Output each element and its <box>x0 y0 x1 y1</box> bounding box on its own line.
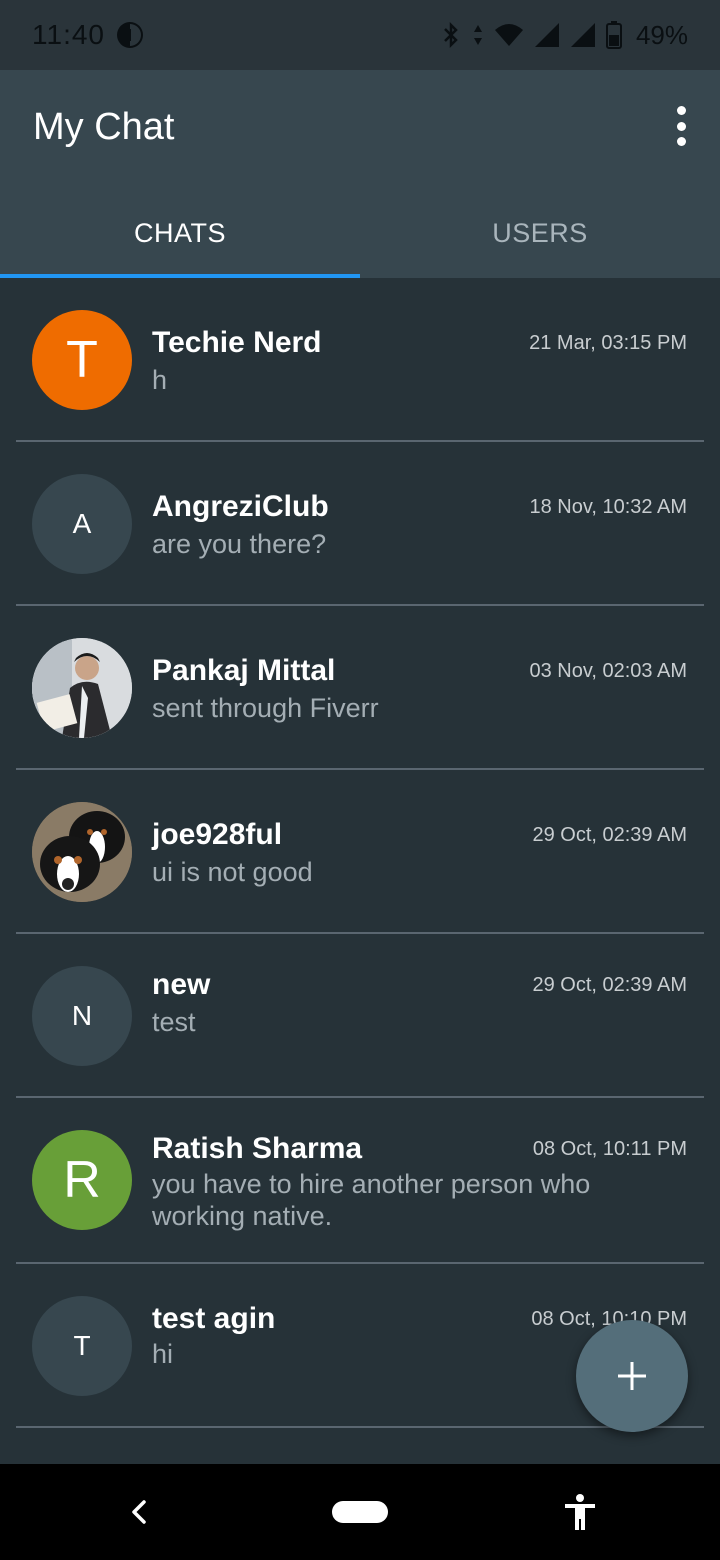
accessibility-icon[interactable] <box>560 1492 600 1532</box>
tab-bar: CHATS USERS <box>0 188 720 278</box>
signal-icon <box>570 22 596 48</box>
chat-preview: hi <box>152 1339 174 1369</box>
chat-name: Ratish Sharma <box>152 1132 363 1165</box>
divider <box>16 1426 704 1428</box>
chat-preview: ui is not good <box>152 857 313 887</box>
avatar-photo-dog <box>32 802 132 902</box>
tab-chats-label: CHATS <box>133 217 226 248</box>
avatar-letter: N <box>71 1000 93 1031</box>
data-saver-icon <box>115 20 145 50</box>
app-bar: My Chat CHATS USERS <box>0 70 720 278</box>
chat-item[interactable]: T Techie Nerd h 21 Mar, 03:15 PM <box>0 278 720 442</box>
avatar-letter: T <box>73 1330 91 1361</box>
chat-time: 03 Nov, 02:03 AM <box>529 660 688 682</box>
system-nav-bar <box>0 1464 720 1560</box>
avatar: T <box>32 1296 132 1396</box>
chat-time: 29 Oct, 02:39 AM <box>532 824 687 846</box>
bluetooth-icon <box>440 21 462 49</box>
add-icon <box>618 1362 646 1390</box>
chat-name: new <box>152 968 211 1001</box>
chat-preview: sent through Fiverr <box>152 693 379 723</box>
chat-preview: are you there? <box>152 529 327 559</box>
status-bar: 11:40 49% <box>0 0 720 70</box>
avatar-letter: A <box>72 508 92 539</box>
avatar: T <box>32 310 132 410</box>
battery-icon <box>605 21 622 49</box>
chat-preview: you have to hire another person who work… <box>152 1169 591 1231</box>
avatar: N <box>32 966 132 1066</box>
signal-icon <box>534 22 560 48</box>
tab-users[interactable]: USERS <box>360 188 720 278</box>
avatar: A <box>32 474 132 574</box>
chat-name: AngreziClub <box>152 490 329 523</box>
avatar-letter: T <box>66 331 98 389</box>
screen: 11:40 49% My Chat CHATS USERS T Techie N… <box>0 0 720 1560</box>
status-left: 11:40 <box>32 19 145 51</box>
chat-preview: test <box>152 1007 196 1037</box>
chat-item[interactable]: N new test 29 Oct, 02:39 AM <box>0 934 720 1098</box>
chat-time: 08 Oct, 10:11 PM <box>532 1138 687 1160</box>
status-time: 11:40 <box>32 19 105 50</box>
chat-time: 18 Nov, 10:32 AM <box>529 496 688 518</box>
chat-name: Techie Nerd <box>152 326 322 359</box>
avatar-letter: R <box>63 1151 101 1209</box>
chat-item[interactable]: Pankaj Mittal sent through Fiverr 03 Nov… <box>0 606 720 770</box>
chat-name: test agin <box>152 1302 276 1335</box>
chat-time: 29 Oct, 02:39 AM <box>532 974 687 996</box>
overflow-menu-icon[interactable] <box>674 106 688 146</box>
tab-users-label: USERS <box>492 217 588 248</box>
avatar-photo-man <box>32 638 132 738</box>
chat-list: T Techie Nerd h 21 Mar, 03:15 PM A Angre… <box>0 278 720 1428</box>
app-title: My Chat <box>33 106 175 148</box>
battery-percent: 49% <box>635 19 688 50</box>
chat-item[interactable]: A AngreziClub are you there? 18 Nov, 10:… <box>0 442 720 606</box>
back-icon[interactable] <box>124 1494 154 1530</box>
chat-item[interactable]: R Ratish Sharma you have to hire another… <box>0 1098 720 1264</box>
chat-preview: h <box>152 365 168 395</box>
chat-name: joe928ful <box>152 818 283 851</box>
status-right: 49% <box>440 20 688 51</box>
chat-time: 21 Mar, 03:15 PM <box>529 332 687 354</box>
wifi-icon <box>494 22 524 48</box>
data-arrows-icon <box>472 23 484 47</box>
chat-item[interactable]: joe928ful ui is not good 29 Oct, 02:39 A… <box>0 770 720 934</box>
avatar: R <box>32 1130 132 1230</box>
home-pill-icon[interactable] <box>332 1501 388 1523</box>
chat-name: Pankaj Mittal <box>152 654 336 687</box>
add-chat-button[interactable] <box>576 1320 688 1432</box>
tab-chats[interactable]: CHATS <box>0 188 360 278</box>
